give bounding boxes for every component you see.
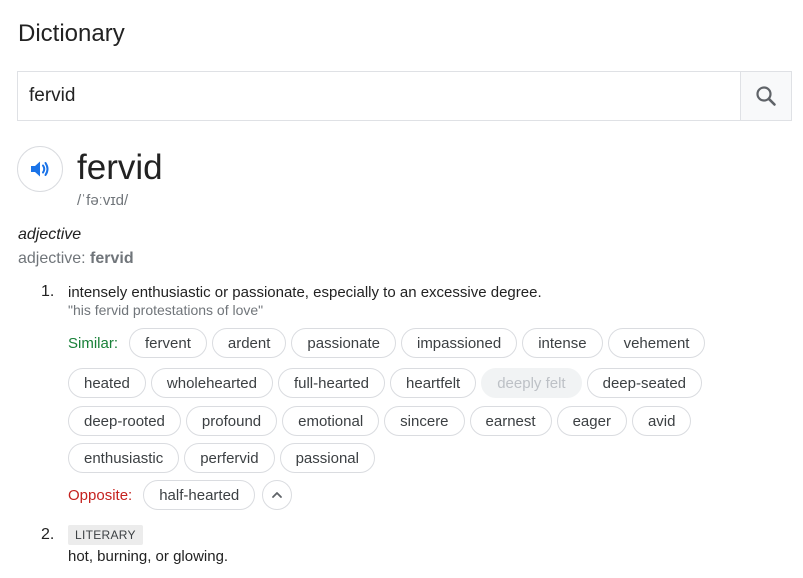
search-icon (756, 86, 776, 106)
similar-row: deep-rooted profound emotional sincere e… (68, 405, 696, 437)
pos-prefix: adjective: (18, 250, 91, 267)
synonym-chip[interactable]: earnest (469, 406, 552, 436)
similar-row: Similar: fervent ardent passionate impas… (68, 327, 710, 359)
synonym-chip[interactable]: enthusiastic (68, 443, 180, 473)
card-title: Dictionary (18, 20, 125, 47)
collapse-synonyms-button[interactable] (262, 480, 293, 510)
synonym-chip[interactable]: deep-rooted (68, 406, 181, 436)
synonym-chip[interactable]: fervent (129, 328, 207, 358)
opposite-label: Opposite: (68, 486, 133, 504)
similar-label: Similar: (68, 334, 119, 352)
similar-row: heated wholehearted full-hearted heartfe… (68, 367, 707, 399)
synonym-chip[interactable]: intense (522, 328, 603, 358)
opposite-row: Opposite: half-hearted (68, 479, 293, 511)
synonym-chip[interactable]: passional (279, 443, 375, 473)
synonym-chip[interactable]: emotional (282, 406, 380, 436)
headword: fervid (77, 148, 163, 187)
synonym-chip[interactable]: full-hearted (277, 368, 386, 398)
pos-word: fervid (90, 250, 134, 267)
sense-number: 2. (41, 526, 55, 543)
dictionary-card: Dictionary fervid /ˈfəːvɪd/ adjective ad… (0, 0, 803, 578)
synonym-chip[interactable]: eager (556, 406, 627, 436)
phonetic-spelling: /ˈfəːvɪd/ (77, 192, 129, 209)
sense-definition: hot, burning, or glowing. (68, 548, 229, 565)
synonym-chip[interactable]: perfervid (184, 443, 275, 473)
pronunciation-audio-button[interactable] (17, 146, 63, 192)
antonym-chip[interactable]: half-hearted (143, 480, 256, 510)
synonym-chip[interactable]: passionate (291, 328, 396, 358)
synonym-chip[interactable]: sincere (384, 406, 465, 436)
speaker-icon (31, 161, 49, 177)
synonym-chip[interactable]: deep-seated (586, 368, 703, 398)
sense-definition: intensely enthusiastic or passionate, es… (68, 284, 542, 301)
register-badge: LITERARY (68, 525, 143, 545)
search-button[interactable] (740, 72, 791, 120)
part-of-speech: adjective (18, 226, 82, 243)
synonym-chip[interactable]: heartfelt (390, 368, 477, 398)
synonym-chip[interactable]: impassioned (400, 328, 518, 358)
synonym-chip[interactable]: profound (185, 406, 278, 436)
search-input[interactable] (18, 72, 741, 120)
part-of-speech-line: adjective: fervid (18, 250, 134, 268)
sense-number: 1. (41, 283, 55, 300)
synonym-chip-disabled: deeply felt (481, 368, 582, 398)
synonym-chip[interactable]: ardent (211, 328, 287, 358)
synonym-chip[interactable]: avid (631, 406, 692, 436)
synonym-chip[interactable]: heated (68, 368, 146, 398)
similar-row: enthusiastic perfervid passional (68, 442, 380, 474)
synonym-chip[interactable]: wholehearted (150, 368, 273, 398)
search-box (17, 71, 792, 121)
sense-example: "his fervid protestations of love" (68, 302, 264, 318)
synonym-chip[interactable]: vehement (607, 328, 706, 358)
chevron-up-icon (272, 492, 283, 498)
